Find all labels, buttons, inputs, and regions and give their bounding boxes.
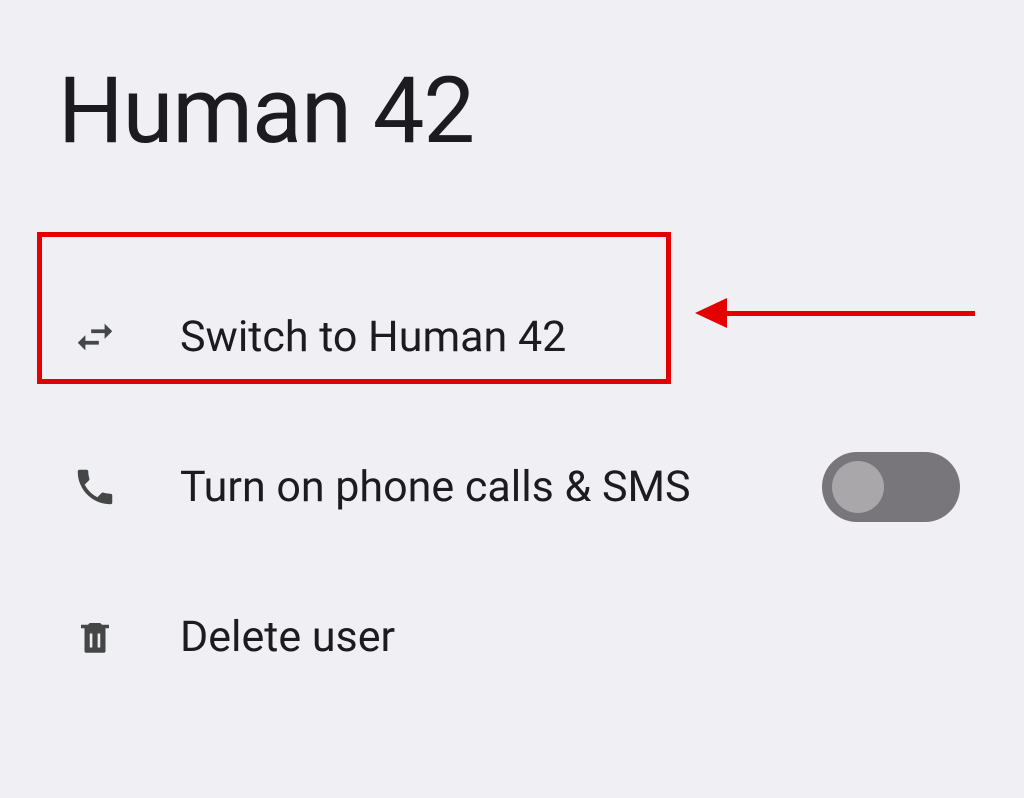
- delete-user-row[interactable]: Delete user: [60, 562, 960, 712]
- delete-user-label: Delete user: [180, 612, 395, 662]
- toggle-thumb: [832, 461, 884, 513]
- page-title: Human 42: [58, 58, 474, 165]
- switch-user-row[interactable]: Switch to Human 42: [60, 262, 960, 412]
- settings-list: Switch to Human 42 Turn on phone calls &…: [60, 262, 960, 712]
- switch-user-label: Switch to Human 42: [180, 312, 566, 362]
- phone-sms-row[interactable]: Turn on phone calls & SMS: [60, 412, 960, 562]
- delete-icon: [70, 612, 120, 662]
- swap-horiz-icon: [70, 312, 120, 362]
- phone-icon: [70, 462, 120, 512]
- phone-sms-label: Turn on phone calls & SMS: [180, 462, 691, 512]
- phone-sms-toggle[interactable]: [822, 452, 960, 522]
